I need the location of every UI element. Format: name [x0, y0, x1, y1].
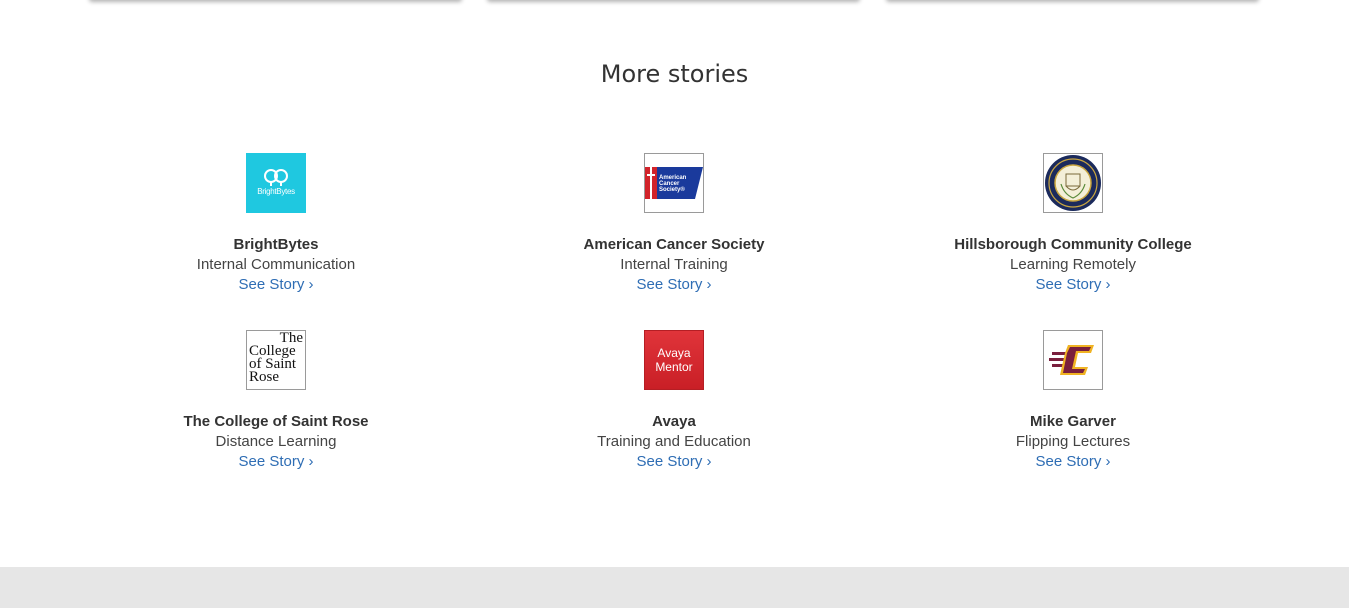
see-story-link[interactable]: See Story › [238, 452, 313, 472]
story-subtitle: Flipping Lectures [1015, 433, 1131, 450]
story-card-american-cancer-society: American Cancer Society® American Cancer… [494, 153, 854, 295]
brightbytes-logo-text: BrightBytes [257, 187, 295, 196]
saint-rose-logo-text: The College of Saint Rose [249, 331, 305, 385]
story-card-college-of-saint-rose: The College of Saint Rose The College of… [96, 330, 456, 472]
story-card-mike-garver: Mike Garver Flipping Lectures See Story … [893, 330, 1253, 472]
rose-logo-line: Rose [249, 369, 279, 385]
story-name: Mike Garver [1030, 413, 1116, 430]
see-story-link[interactable]: See Story › [238, 275, 313, 295]
acs-sword-icon: American Cancer Society® [645, 164, 703, 202]
american-cancer-society-logo: American Cancer Society® [644, 153, 704, 213]
college-seal-icon [1045, 155, 1101, 211]
avaya-logo-line: Mentor [655, 360, 693, 374]
story-name: BrightBytes [233, 236, 319, 253]
story-name: Hillsborough Community College [954, 236, 1192, 253]
footer-band [0, 567, 1349, 608]
story-name: American Cancer Society [583, 236, 765, 253]
story-subtitle: Learning Remotely [1010, 256, 1136, 273]
story-subtitle: Internal Communication [196, 256, 356, 273]
story-card-brightbytes: BrightBytes BrightBytes Internal Communi… [96, 153, 456, 295]
previous-cards-row [0, 0, 1349, 4]
acs-logo-text: Society® [659, 186, 685, 193]
story-subtitle: Internal Training [620, 256, 728, 273]
section-title: More stories [600, 60, 749, 88]
maroon-c-icon [1049, 345, 1094, 375]
story-card-avaya: Avaya Mentor Avaya Training and Educatio… [494, 330, 854, 472]
story-name: Avaya [652, 413, 696, 430]
story-name: The College of Saint Rose [183, 413, 369, 430]
brightbytes-rings-icon [264, 169, 288, 186]
story-card-hillsborough-community-college: Hillsborough Community College Learning … [893, 153, 1253, 295]
story-subtitle: Training and Education [597, 433, 751, 450]
see-story-link[interactable]: See Story › [636, 275, 711, 295]
hillsborough-seal-logo [1043, 153, 1103, 213]
see-story-link[interactable]: See Story › [636, 452, 711, 472]
avaya-mentor-logo: Avaya Mentor [644, 330, 704, 390]
brightbytes-logo: BrightBytes [246, 153, 306, 213]
avaya-logo-line: Avaya [657, 346, 691, 360]
see-story-link[interactable]: See Story › [1035, 452, 1110, 472]
college-of-saint-rose-logo: The College of Saint Rose [246, 330, 306, 390]
story-subtitle: Distance Learning [215, 433, 337, 450]
avaya-logo-text: Avaya Mentor [645, 346, 703, 374]
see-story-link[interactable]: See Story › [1035, 275, 1110, 295]
central-michigan-c-logo [1043, 330, 1103, 390]
